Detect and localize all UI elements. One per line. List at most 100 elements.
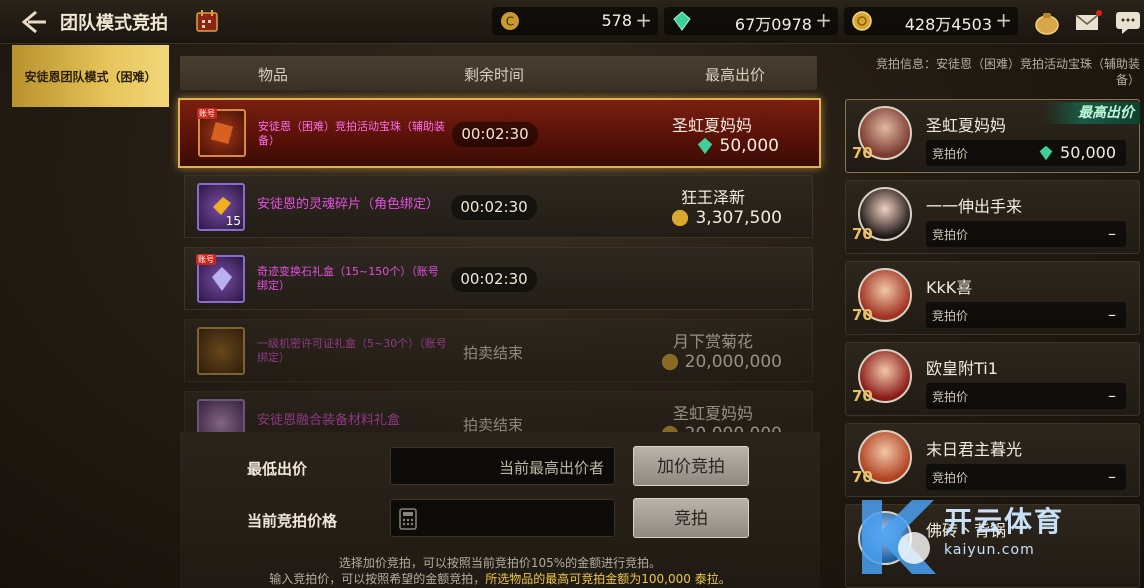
kaiyun-logo-icon <box>862 500 936 574</box>
c-coin-value: 578 <box>601 11 632 30</box>
item-name: 奇迹变换石礼盒（15~150个）（账号绑定） <box>257 265 439 292</box>
gold-coin-value: 428万4503 <box>904 15 992 34</box>
bid-price-label: 竞拍价 <box>932 309 969 323</box>
tab-anton-raid-hard[interactable]: 安徒恩团队模式（困难） <box>12 45 169 107</box>
auction-ended-text: 拍卖结束 <box>463 344 524 362</box>
header-item: 物品 <box>258 66 289 84</box>
min-bid-field: 当前最高出价者 <box>390 447 615 485</box>
auction-info: 竞拍信息：安徒恩（困难）竞拍活动宝珠（辅助装备） <box>875 57 1140 87</box>
bag-icon[interactable] <box>1033 8 1061 36</box>
bid-price-label: 竞拍价 <box>932 147 969 161</box>
raise-bid-button[interactable]: 加价竞拍 <box>633 446 749 486</box>
top-bid-value: 20,000,000 <box>684 352 782 372</box>
item-quantity: 15 <box>225 214 241 228</box>
calendar-icon[interactable] <box>195 9 219 33</box>
bidder-name: 末日君主暮光 <box>926 440 1023 459</box>
remaining-time: 00:02:30 <box>452 122 538 147</box>
gold-coin-icon <box>672 209 689 227</box>
watermark-text: 开云体育 <box>944 505 1065 538</box>
mail-icon[interactable] <box>1074 8 1102 36</box>
bid-note-line1: 选择加价竞拍，可以按照当前竞拍价105%的金额进行竞拍。 <box>338 556 662 570</box>
bid-panel: 最低出价 当前最高出价者 加价竞拍 当前竞拍价格 竞拍 选择加价竞拍，可以按照当… <box>180 432 820 588</box>
bid-button[interactable]: 竞拍 <box>633 498 749 538</box>
top-bid-value: 3,307,500 <box>695 208 782 228</box>
secret-license-box-icon <box>197 327 245 375</box>
top-bid-value: 50,000 <box>719 136 779 156</box>
bidder-card: 70 末日君主暮光 竞拍价 – <box>845 423 1140 497</box>
add-gold-coin-button[interactable]: + <box>995 8 1012 32</box>
auction-row[interactable]: 账号 奇迹变换石礼盒（15~150个）（账号绑定） 00:02:30 <box>184 247 813 310</box>
bid-price-input[interactable] <box>390 499 615 537</box>
svg-text:C: C <box>506 15 514 29</box>
bid-price-value: – <box>1108 467 1116 486</box>
add-c-coin-button[interactable]: + <box>635 8 652 32</box>
watermark-logo: 开云体育 kaiyun.com <box>852 490 1144 588</box>
highest-bid-tag: 最高出价 <box>1044 102 1140 124</box>
item-name: 安徒恩的灵魂碎片（角色绑定） <box>257 197 440 212</box>
bidder-name: 欧皇附Ti1 <box>926 359 998 378</box>
header-remaining-time: 剩余时间 <box>464 66 525 84</box>
bid-price-label: 竞拍价 <box>932 471 969 485</box>
bid-price-box: 竞拍价 – <box>926 221 1126 247</box>
bid-price-value: – <box>1108 386 1116 405</box>
remaining-time: 00:02:30 <box>451 267 537 292</box>
top-bidder-name: 圣虹夏妈妈 <box>671 116 752 135</box>
currency-c-coin: C 578 + <box>492 7 658 35</box>
item-orb-icon: 账号 <box>197 108 246 157</box>
c-coin-icon: C <box>501 12 519 30</box>
gold-coin-icon <box>661 353 678 371</box>
chat-icon[interactable] <box>1114 8 1142 36</box>
bidder-card: 70 一一伸出手来 竞拍价 – <box>845 180 1140 254</box>
bid-note-highlight: 所选物品的最高可竞拍金额为100,000 泰拉。 <box>485 572 731 586</box>
level-badge: 70 <box>852 387 873 405</box>
account-bound-badge: 账号 <box>197 108 217 119</box>
bid-price-label: 竞拍价 <box>932 228 969 242</box>
auction-row[interactable]: 15 安徒恩的灵魂碎片（角色绑定） 00:02:30 狂王泽新 3,307,50… <box>184 175 813 238</box>
watermark-url: kaiyun.com <box>944 542 1035 558</box>
green-gem-icon <box>697 137 712 155</box>
top-bar: 团队模式竞拍 C 578 + 67万0978 + 428万4503 + <box>0 0 1144 44</box>
top-bidder-name: 圣虹夏妈妈 <box>672 404 753 423</box>
transform-stone-box-icon: 账号 <box>196 254 245 303</box>
top-bid-amount: 3,307,500 <box>671 208 782 228</box>
bidder-card: 70 KkK喜 竞拍价 – <box>845 261 1140 335</box>
level-badge: 70 <box>852 144 873 162</box>
current-bid-label: 当前竞拍价格 <box>247 512 338 530</box>
bid-price-box: 竞拍价 – <box>926 302 1126 328</box>
soul-fragment-icon: 15 <box>197 183 245 231</box>
bid-price-box: 竞拍价 50,000 <box>926 140 1126 166</box>
bid-price-box: 竞拍价 – <box>926 383 1126 409</box>
green-gem-icon <box>1039 145 1053 160</box>
bid-price-value: – <box>1108 224 1116 243</box>
level-badge: 70 <box>852 225 873 243</box>
min-bid-placeholder: 当前最高出价者 <box>498 459 604 477</box>
bidder-card: 70 欧皇附Ti1 竞拍价 – <box>845 342 1140 416</box>
bid-price-box: 竞拍价 – <box>926 464 1126 490</box>
item-name: 一级机密许可证礼盒（5~30个）（账号绑定） <box>257 337 447 364</box>
item-name: 安徒恩融合装备材料礼盒 <box>257 413 401 428</box>
back-arrow-icon[interactable] <box>18 8 48 36</box>
level-badge: 70 <box>852 306 873 324</box>
page-title: 团队模式竞拍 <box>60 13 168 34</box>
bid-price-label: 竞拍价 <box>932 390 969 404</box>
bidder-name: 圣虹夏妈妈 <box>926 116 1007 135</box>
gold-coin-icon <box>852 11 872 31</box>
top-bidder-name: 狂王泽新 <box>680 188 745 207</box>
auction-row-ended[interactable]: 一级机密许可证礼盒（5~30个）（账号绑定） 拍卖结束 月下赏菊花 20,000… <box>184 319 813 382</box>
add-green-gem-button[interactable]: + <box>815 8 832 32</box>
green-gem-icon <box>673 11 691 31</box>
bidder-name: KkK喜 <box>926 278 973 297</box>
currency-gold-coin: 428万4503 + <box>844 7 1018 35</box>
account-bound-badge: 账号 <box>196 254 216 265</box>
bid-price-number: 50,000 <box>1060 143 1116 162</box>
min-bid-label: 最低出价 <box>247 460 308 478</box>
calculator-icon[interactable] <box>399 508 417 530</box>
top-bid-amount: 50,000 <box>696 136 779 156</box>
bid-price-value: 50,000 <box>1038 143 1116 162</box>
bidder-name: 一一伸出手来 <box>926 197 1023 216</box>
item-name: 安徒恩（困难）竞拍活动宝珠（辅助装备） <box>258 120 445 147</box>
green-gem-value: 67万0978 <box>734 15 812 34</box>
remaining-time: 00:02:30 <box>451 195 537 220</box>
auction-row-selected[interactable]: 账号 安徒恩（困难）竞拍活动宝珠（辅助装备） 00:02:30 圣虹夏妈妈 50… <box>178 98 821 168</box>
bid-note-line2-text: 输入竞拍价，可以按照希望的金额竞拍， <box>269 572 486 586</box>
